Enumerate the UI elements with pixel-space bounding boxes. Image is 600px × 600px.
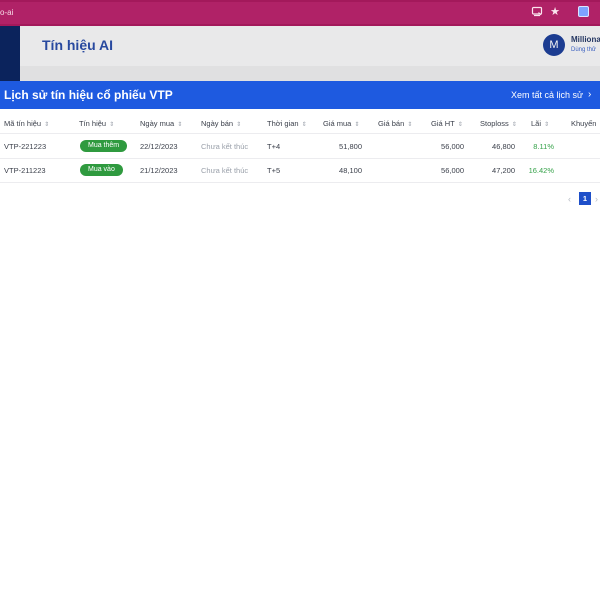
sort-icon[interactable]: ⇕ (512, 121, 517, 128)
cell-code: VTP-211223 (4, 166, 46, 175)
modal-header: Lịch sử tín hiệu cổ phiếu VTP Xem tất cả… (0, 81, 600, 109)
cell-profit: 8.11% (533, 142, 554, 151)
chevron-right-icon[interactable]: › (588, 89, 591, 100)
col-header-current-price[interactable]: Giá HT ⇕ (431, 119, 463, 128)
cell-sell-date: Chưa kết thúc (201, 142, 249, 151)
sort-icon[interactable]: ⇕ (44, 121, 49, 128)
view-all-history-link[interactable]: Xem tất cả lịch sử (511, 90, 583, 100)
modal-title: Lịch sử tín hiệu cổ phiếu VTP (4, 88, 173, 102)
cell-stoploss: 47,200 (492, 166, 515, 175)
address-text: o-ai (0, 8, 14, 17)
sort-icon[interactable]: ⇕ (354, 121, 359, 128)
cell-buy-price: 51,800 (339, 142, 362, 151)
address-bar[interactable]: o-ai (0, 2, 600, 24)
star-icon[interactable]: ★ (548, 5, 562, 19)
sort-icon[interactable]: ⇕ (458, 121, 463, 128)
cell-profit: 16.42% (528, 166, 554, 175)
sort-icon[interactable]: ⇕ (302, 121, 307, 128)
signal-history-modal: Lịch sử tín hiệu cổ phiếu VTP Xem tất cả… (0, 81, 600, 600)
col-header-signal[interactable]: Tín hiệu ⇕ (79, 119, 114, 128)
row-divider (0, 182, 600, 183)
col-header-buy-price[interactable]: Giá mua ⇕ (323, 119, 359, 128)
col-header-profit[interactable]: Lãi ⇕ (531, 119, 549, 128)
sort-icon[interactable]: ⇕ (407, 121, 412, 128)
pagination-prev-button[interactable]: ‹ (568, 194, 571, 204)
header-divider (0, 133, 600, 134)
signal-badge: Mua vào (80, 164, 123, 176)
cell-buy-price: 48,100 (339, 166, 362, 175)
sort-icon[interactable]: ⇕ (109, 121, 114, 128)
sort-icon[interactable]: ⇕ (177, 121, 182, 128)
table-row[interactable]: VTP-211223 Mua vào 21/12/2023 Chưa kết t… (0, 159, 600, 183)
sort-icon[interactable]: ⇕ (236, 121, 241, 128)
col-header-buy-date[interactable]: Ngày mua ⇕ (140, 119, 182, 128)
cell-buy-date: 22/12/2023 (140, 142, 178, 151)
cell-duration: T+4 (267, 142, 281, 151)
signal-badge: Mua thêm (80, 140, 128, 152)
col-header-sell-price[interactable]: Giá bán ⇕ (378, 119, 412, 128)
cell-stoploss: 46,800 (492, 142, 515, 151)
cell-code: VTP-221223 (4, 142, 47, 151)
pagination-next-button[interactable]: › (595, 194, 598, 204)
cell-sell-date: Chưa kết thúc (201, 166, 249, 175)
col-header-recommendation[interactable]: Khuyến (571, 119, 596, 128)
extension-icon[interactable] (578, 6, 589, 17)
table-row[interactable]: VTP-221223 Mua thêm 22/12/2023 Chưa kết … (0, 135, 600, 159)
cast-icon[interactable] (530, 5, 544, 19)
cell-buy-date: 21/12/2023 (140, 166, 178, 175)
col-header-duration[interactable]: Thời gian ⇕ (267, 119, 307, 128)
col-header-code[interactable]: Mã tín hiệu ⇕ (4, 119, 49, 128)
cell-duration: T+5 (267, 166, 281, 175)
col-header-stoploss[interactable]: Stoploss ⇕ (480, 119, 517, 128)
browser-toolbar: o-ai ★ (0, 0, 600, 26)
sort-icon[interactable]: ⇕ (544, 121, 549, 128)
pagination-page-1[interactable]: 1 (579, 192, 591, 205)
col-header-sell-date[interactable]: Ngày bán ⇕ (201, 119, 241, 128)
